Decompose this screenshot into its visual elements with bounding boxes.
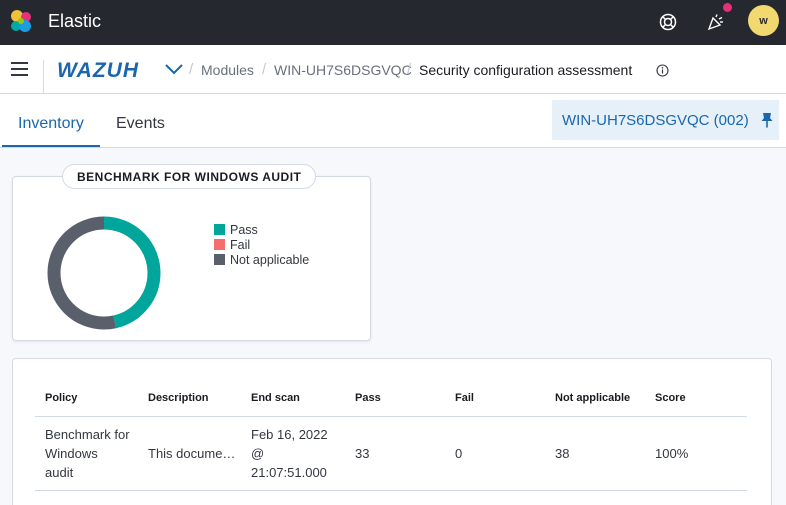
- legend-label: Fail: [230, 237, 251, 252]
- breadcrumb-modules[interactable]: Modules: [201, 62, 254, 78]
- info-icon[interactable]: [656, 64, 669, 77]
- breadcrumb-separator: /: [407, 61, 412, 78]
- column-header-end-scan[interactable]: End scan: [251, 392, 300, 404]
- cell-policy-line: Windows: [45, 446, 98, 461]
- elastic-logo-icon[interactable]: [8, 8, 34, 34]
- chart-legend: Pass Fail Not applicable: [214, 222, 309, 267]
- cell-end-scan-line: 21:07:51.000: [251, 465, 327, 480]
- user-avatar[interactable]: w: [748, 5, 779, 36]
- divider: [43, 60, 44, 93]
- legend-label: Pass: [230, 222, 258, 237]
- legend-swatch: [214, 254, 225, 265]
- news-feed-icon[interactable]: [703, 9, 729, 35]
- legend-item-fail[interactable]: Fail: [214, 237, 309, 252]
- column-header-description[interactable]: Description: [148, 392, 209, 404]
- cell-end-scan: Feb 16, 2022 @ 21:07:51.000: [251, 425, 328, 482]
- legend-swatch: [214, 239, 225, 250]
- breadcrumb-bar: WAZUH / Modules / WIN-UH7S6DSGVQC / Secu…: [0, 45, 786, 94]
- tab-events[interactable]: Events: [116, 115, 165, 133]
- cell-description: This docume…: [148, 446, 236, 461]
- active-tab-indicator: [2, 145, 100, 147]
- cell-not-applicable: 38: [555, 446, 570, 461]
- agent-selector-button[interactable]: WIN-UH7S6DSGVQC (002): [552, 100, 779, 140]
- hamburger-menu-icon[interactable]: [11, 62, 28, 76]
- cell-policy-line: Benchmark for: [45, 427, 130, 442]
- app-title: Elastic: [48, 11, 102, 31]
- cell-policy: Benchmark for Windows audit: [45, 425, 130, 482]
- top-header: Elastic w: [0, 0, 786, 45]
- column-header-policy[interactable]: Policy: [45, 392, 77, 404]
- donut-chart: [47, 216, 161, 330]
- wazuh-logo[interactable]: WAZUH: [57, 59, 139, 83]
- column-header-not-applicable[interactable]: Not applicable: [555, 392, 630, 404]
- chart-title: BENCHMARK FOR WINDOWS AUDIT: [62, 164, 317, 189]
- chevron-down-icon[interactable]: [164, 62, 184, 76]
- legend-swatch: [214, 224, 225, 235]
- avatar-initial: w: [759, 14, 768, 27]
- breadcrumb-agent[interactable]: WIN-UH7S6DSGVQC: [274, 62, 412, 78]
- column-header-pass[interactable]: Pass: [355, 392, 381, 404]
- table-header-divider: [35, 416, 747, 417]
- table-row-divider: [35, 490, 747, 491]
- cell-policy-line: audit: [45, 465, 74, 480]
- column-header-fail[interactable]: Fail: [455, 392, 474, 404]
- tab-inventory[interactable]: Inventory: [18, 115, 84, 133]
- notification-dot: [723, 3, 732, 12]
- agent-label: WIN-UH7S6DSGVQC (002): [562, 112, 749, 129]
- breadcrumb-separator: /: [189, 61, 194, 78]
- tabs-row: Inventory Events WIN-UH7S6DSGVQC (002): [0, 94, 786, 148]
- cell-pass: 33: [355, 446, 370, 461]
- breadcrumb-separator: /: [262, 61, 267, 78]
- cell-score: 100%: [655, 446, 689, 461]
- help-lifebuoy-icon[interactable]: [655, 9, 681, 35]
- legend-item-pass[interactable]: Pass: [214, 222, 309, 237]
- cell-fail: 0: [455, 446, 463, 461]
- pin-icon[interactable]: [760, 112, 774, 128]
- legend-item-not-applicable[interactable]: Not applicable: [214, 252, 309, 267]
- page-title: Security configuration assessment: [419, 62, 633, 78]
- column-header-score[interactable]: Score: [655, 392, 686, 404]
- cell-end-scan-line: Feb 16, 2022: [251, 427, 328, 442]
- cell-end-scan-line: @: [251, 446, 265, 461]
- legend-label: Not applicable: [230, 252, 310, 267]
